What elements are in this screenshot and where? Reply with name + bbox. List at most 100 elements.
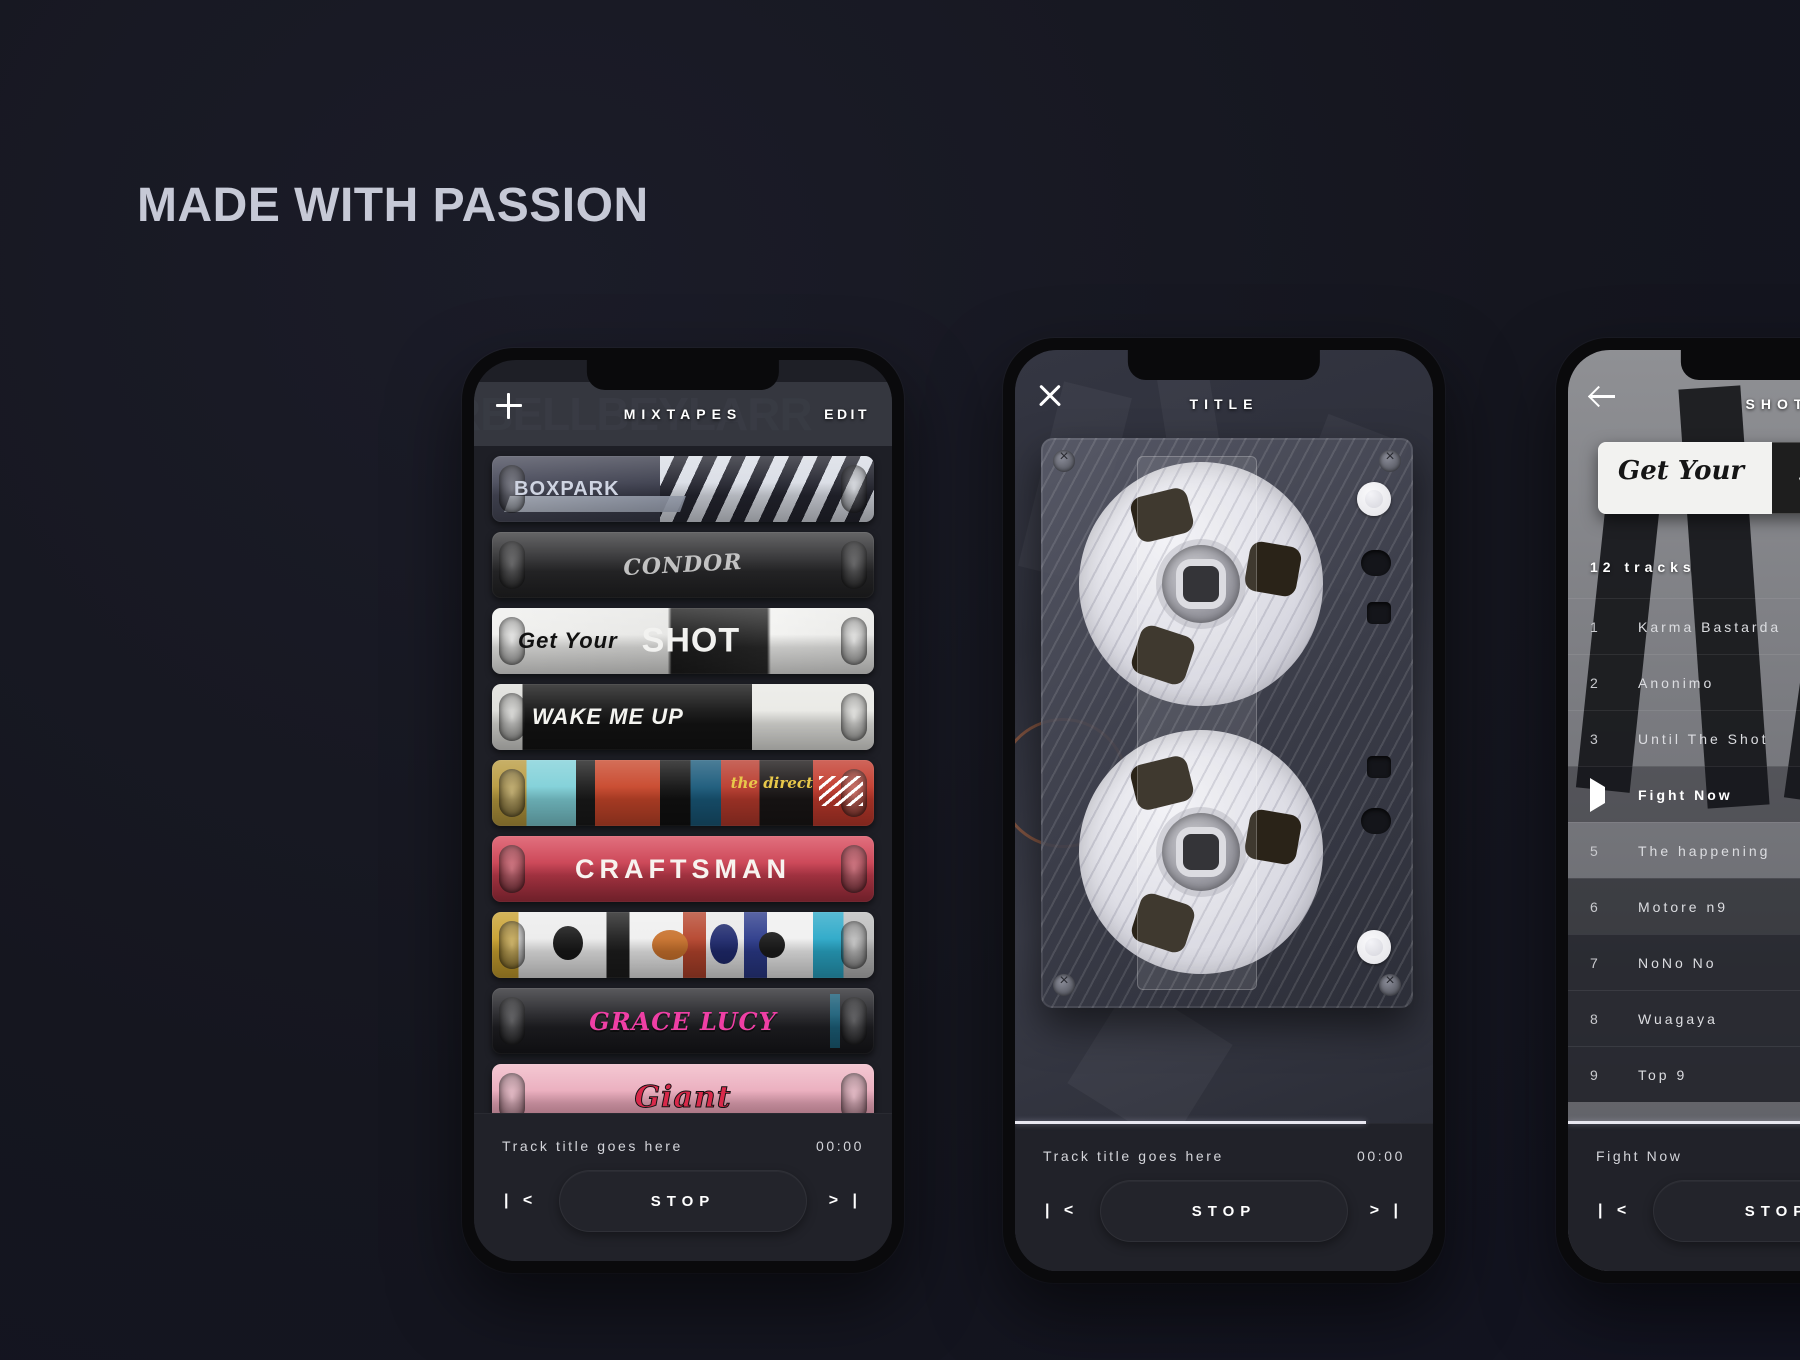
cassette-window bbox=[1137, 456, 1257, 990]
previous-track-button[interactable]: | < bbox=[504, 1192, 537, 1210]
phone3-player-bar: Fight Now 00:00 | < STOP > | bbox=[1568, 1121, 1800, 1271]
mixtape-item-stickers[interactable] bbox=[492, 912, 874, 978]
mixtape-label: the direct bbox=[730, 774, 813, 792]
edit-button[interactable]: EDIT bbox=[814, 406, 870, 422]
album-cover[interactable]: Get Your SHO bbox=[1598, 442, 1800, 514]
phone2-transport-controls: | < STOP > | bbox=[1015, 1164, 1433, 1242]
track-row[interactable]: 3 Until The Shot bbox=[1568, 710, 1800, 766]
mixtape-label bbox=[492, 912, 874, 978]
mixtape-item-boxpark[interactable]: BOXPARK bbox=[492, 456, 874, 522]
phone2-screen: TITLE × × × × Track title goes here 00:0… bbox=[1015, 350, 1433, 1271]
stop-button[interactable]: STOP bbox=[1653, 1180, 1800, 1242]
stop-button[interactable]: STOP bbox=[559, 1170, 807, 1232]
mixtape-item-craftsman[interactable]: CRAFTSMAN bbox=[492, 836, 874, 902]
cassette-screw bbox=[1053, 448, 1075, 472]
track-number: 5 bbox=[1590, 842, 1601, 859]
cassette-sprocket bbox=[1357, 482, 1391, 516]
graffiti-scribble bbox=[818, 776, 863, 806]
back-arrow-icon bbox=[1590, 383, 1616, 409]
track-number: 9 bbox=[1590, 1066, 1601, 1083]
track-number: 1 bbox=[1590, 618, 1601, 635]
mixtape-label-secondary: SHOT bbox=[641, 621, 741, 660]
plus-icon bbox=[496, 393, 522, 419]
track-name: Karma Bastarda bbox=[1638, 618, 1782, 635]
phone1-screen: RBELLBEYLARR MIXTAPES EDIT BOXPARK CONDO… bbox=[474, 360, 892, 1261]
mixtape-label: CRAFTSMAN bbox=[575, 853, 791, 884]
add-mixtape-button[interactable] bbox=[496, 393, 552, 422]
track-name: Fight Now bbox=[1638, 786, 1733, 803]
phone3-transport-controls: | < STOP > | bbox=[1568, 1164, 1800, 1242]
elapsed-time: 00:00 bbox=[815, 1138, 864, 1154]
phone1-player-bar: Track title goes here 00:00 | < STOP > | bbox=[474, 1113, 892, 1261]
track-count: 12 tracks bbox=[1590, 559, 1696, 575]
tracklist-meta: 12 tracks m bbox=[1568, 536, 1800, 598]
back-button[interactable] bbox=[1590, 383, 1646, 412]
mixtape-label: BOXPARK bbox=[514, 477, 620, 500]
next-track-button[interactable]: > | bbox=[829, 1192, 862, 1210]
mixtape-item-shot[interactable]: Get Your SHOT bbox=[492, 608, 874, 674]
track-row[interactable]: 9 Top 9 bbox=[1568, 1046, 1800, 1102]
track-list[interactable]: 1 Karma Bastarda 2 Anonimo 3 Until The S… bbox=[1568, 598, 1800, 1123]
track-row[interactable]: 6 Motore n9 bbox=[1568, 878, 1800, 934]
tape-gloss bbox=[492, 760, 874, 826]
mixtape-item-grace-lucy[interactable]: GRACE LUCY bbox=[492, 988, 874, 1054]
track-row-playing[interactable]: Fight Now bbox=[1568, 766, 1800, 822]
cassette-slot bbox=[1361, 550, 1391, 576]
track-row[interactable]: 5 The happening bbox=[1568, 822, 1800, 878]
phone1-notch bbox=[586, 360, 780, 390]
phone2-player-info: Track title goes here 00:00 bbox=[1015, 1124, 1433, 1164]
elapsed-time: 00:00 bbox=[1356, 1148, 1405, 1164]
cassette-slot bbox=[1361, 808, 1391, 834]
track-number: 7 bbox=[1590, 954, 1601, 971]
phone3-title: SHOT bbox=[1745, 396, 1800, 412]
phone1-title: MIXTAPES bbox=[623, 406, 743, 422]
cassette-screw bbox=[1053, 972, 1075, 996]
phone-mockup-tape-detail: TITLE × × × × Track title goes here 00:0… bbox=[1003, 338, 1445, 1283]
cassette-screw bbox=[1379, 972, 1401, 996]
phone3-screen: SHOT Get Your SHO 12 tracks m 1 Karma Ba… bbox=[1568, 350, 1800, 1271]
close-icon bbox=[1037, 383, 1063, 409]
mixtape-label: WAKE ME UP bbox=[532, 704, 684, 729]
track-name: Motore n9 bbox=[1638, 898, 1729, 915]
page-root: MADE WITH PASSION RBELLBEYLARR MIXTAPES … bbox=[0, 0, 1800, 1360]
next-track-button[interactable]: > | bbox=[1370, 1202, 1403, 1220]
progress-bar[interactable] bbox=[1015, 1121, 1367, 1124]
track-name: Until The Shot bbox=[1638, 730, 1769, 747]
track-name: NoNo No bbox=[1638, 954, 1717, 971]
phone2-player-bar: Track title goes here 00:00 | < STOP > | bbox=[1015, 1121, 1433, 1271]
track-name: Wuagaya bbox=[1638, 1010, 1718, 1027]
track-row[interactable]: 7 NoNo No bbox=[1568, 934, 1800, 990]
now-playing-title: Track title goes here bbox=[502, 1138, 683, 1154]
track-row[interactable]: 8 Wuagaya bbox=[1568, 990, 1800, 1046]
stop-button[interactable]: STOP bbox=[1100, 1180, 1348, 1242]
cassette-slot bbox=[1367, 602, 1391, 624]
track-name: Top 9 bbox=[1638, 1066, 1688, 1083]
progress-bar[interactable] bbox=[1568, 1121, 1800, 1124]
phone2-title: TITLE bbox=[1189, 396, 1259, 412]
mixtape-label: CONDOR bbox=[622, 548, 744, 582]
track-name: The happening bbox=[1638, 842, 1771, 859]
page-title: MADE WITH PASSION bbox=[137, 179, 649, 232]
mixtape-item-graffiti[interactable]: the direct bbox=[492, 760, 874, 826]
cassette-sprocket bbox=[1357, 930, 1391, 964]
mixtape-item-condor[interactable]: CONDOR bbox=[492, 532, 874, 598]
phone3-notch bbox=[1680, 350, 1800, 380]
cassette-artwork bbox=[1041, 438, 1413, 1008]
previous-track-button[interactable]: | < bbox=[1045, 1202, 1078, 1220]
close-button[interactable] bbox=[1037, 383, 1093, 412]
play-indicator-icon bbox=[1590, 777, 1638, 812]
mixtape-label: GRACE LUCY bbox=[589, 1006, 777, 1036]
track-number: 6 bbox=[1590, 898, 1601, 915]
mixtape-item-wake-me-up[interactable]: WAKE ME UP bbox=[492, 684, 874, 750]
phone1-transport-controls: | < STOP > | bbox=[474, 1154, 892, 1232]
track-row[interactable]: 1 Karma Bastarda bbox=[1568, 598, 1800, 654]
previous-track-button[interactable]: | < bbox=[1598, 1202, 1631, 1220]
phone1-player-info: Track title goes here 00:00 bbox=[474, 1114, 892, 1154]
track-number: 3 bbox=[1590, 730, 1601, 747]
track-row[interactable]: 2 Anonimo bbox=[1568, 654, 1800, 710]
track-number: 8 bbox=[1590, 1010, 1601, 1027]
phone3-player-info: Fight Now 00:00 bbox=[1568, 1124, 1800, 1164]
track-number: 2 bbox=[1590, 674, 1601, 691]
now-playing-title: Track title goes here bbox=[1043, 1148, 1224, 1164]
cassette-slot bbox=[1367, 756, 1391, 778]
